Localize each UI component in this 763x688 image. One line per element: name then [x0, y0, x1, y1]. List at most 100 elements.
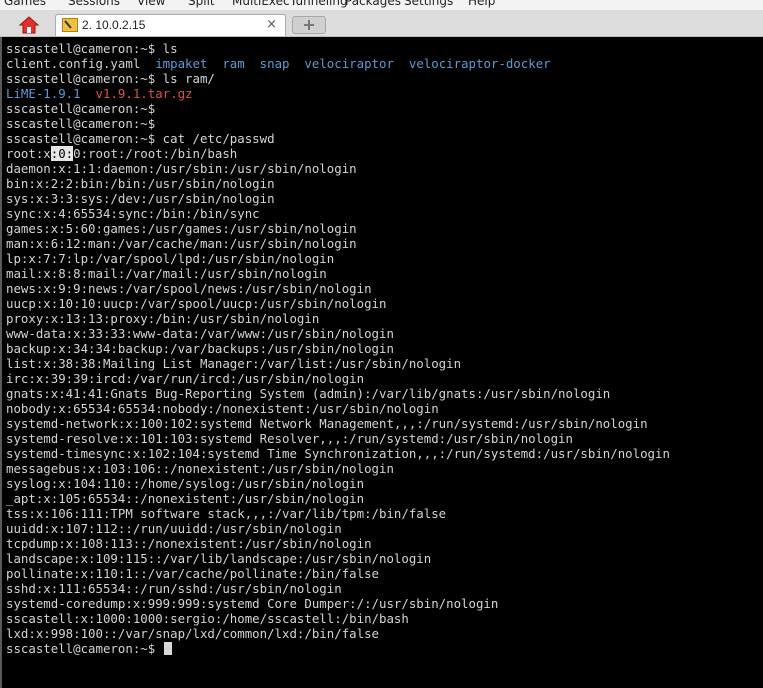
terminal-text: nobody:x:65534:65534:nobody:/nonexistent…	[6, 401, 439, 416]
terminal-text: sscastell@cameron:~$ ls	[6, 41, 178, 56]
menu-item-split[interactable]: Split	[188, 0, 215, 8]
terminal-line: proxy:x:13:13:proxy:/bin:/usr/sbin/nolog…	[6, 311, 761, 326]
terminal-text: LiME-1.9.1	[6, 86, 81, 101]
terminal-line: irc:x:39:39:ircd:/var/run/ircd:/usr/sbin…	[6, 371, 761, 386]
terminal-line: sscastell@cameron:~$	[6, 101, 761, 116]
terminal-line: news:x:9:9:news:/var/spool/news:/usr/sbi…	[6, 281, 761, 296]
terminal-line: systemd-timesync:x:102:104:systemd Time …	[6, 446, 761, 461]
terminal-text: pollinate:x:110:1::/var/cache/pollinate:…	[6, 566, 379, 581]
terminal-line: sscastell:x:1000:1000:sergio:/home/sscas…	[6, 611, 761, 626]
terminal-text: 0:root:/root:/bin/bash	[73, 146, 238, 161]
terminal-text: www-data:x:33:33:www-data:/var/www:/usr/…	[6, 326, 394, 341]
terminal-line: sscastell@cameron:~$	[6, 116, 761, 131]
terminal-text: sscastell@cameron:~$	[6, 116, 156, 131]
home-icon	[18, 16, 40, 34]
terminal-line: mail:x:8:8:mail:/var/mail:/usr/sbin/nolo…	[6, 266, 761, 281]
terminal-line: www-data:x:33:33:www-data:/var/www:/usr/…	[6, 326, 761, 341]
terminal-line: tss:x:106:111:TPM software stack,,,:/var…	[6, 506, 761, 521]
terminal-text: messagebus:x:103:106::/nonexistent:/usr/…	[6, 461, 394, 476]
terminal-line: syslog:x:104:110::/home/syslog:/usr/sbin…	[6, 476, 761, 491]
terminal-text: news:x:9:9:news:/var/spool/news:/usr/sbi…	[6, 281, 372, 296]
terminal-line: lp:x:7:7:lp:/var/spool/lpd:/usr/sbin/nol…	[6, 251, 761, 266]
terminal-text: list:x:38:38:Mailing List Manager:/var/l…	[6, 356, 462, 371]
plus-icon	[304, 20, 314, 30]
terminal-line: landscape:x:109:115::/var/lib/landscape:…	[6, 551, 761, 566]
terminal-text: velociraptor-docker	[408, 56, 551, 71]
terminal-session-icon	[62, 18, 78, 32]
terminal-text: sscastell@cameron:~$	[6, 101, 156, 116]
session-tab[interactable]: 2. 10.0.2.15 ×	[55, 14, 286, 36]
terminal-text: sscastell@cameron:~$ cat /etc/passwd	[6, 131, 275, 146]
menu-item-tunneling[interactable]: Tunneling	[290, 0, 348, 8]
terminal-text: gnats:x:41:41:Gnats Bug-Reporting System…	[6, 386, 611, 401]
terminal-text: daemon:x:1:1:daemon:/usr/sbin:/usr/sbin/…	[6, 161, 357, 176]
terminal-text: root:x	[6, 146, 51, 161]
menu-item-settings[interactable]: Settings	[404, 0, 453, 8]
menu-item-games[interactable]: Games	[4, 0, 46, 8]
terminal-line: tcpdump:x:108:113::/nonexistent:/usr/sbi…	[6, 536, 761, 551]
terminal-line: messagebus:x:103:106::/nonexistent:/usr/…	[6, 461, 761, 476]
terminal-line: sscastell@cameron:~$ ls	[6, 41, 761, 56]
terminal-text: velociraptor	[304, 56, 394, 71]
terminal-line: man:x:6:12:man:/var/cache/man:/usr/sbin/…	[6, 236, 761, 251]
terminal-line: sscastell@cameron:~$	[6, 641, 761, 656]
terminal-line: sscastell@cameron:~$ cat /etc/passwd	[6, 131, 761, 146]
menu-bar: Games Sessions View Split MultiExec Tunn…	[0, 0, 763, 10]
menu-item-sessions[interactable]: Sessions	[68, 0, 120, 8]
terminal-text: man:x:6:12:man:/var/cache/man:/usr/sbin/…	[6, 236, 357, 251]
menu-item-packages[interactable]: Packages	[345, 0, 401, 8]
terminal-text: systemd-network:x:100:102:systemd Networ…	[6, 416, 648, 431]
terminal-line: LiME-1.9.1 v1.9.1.tar.gz	[6, 86, 761, 101]
menu-item-help[interactable]: Help	[468, 0, 495, 8]
terminal-text: sshd:x:111:65534::/run/sshd:/usr/sbin/no…	[6, 581, 342, 596]
terminal-line: client.config.yaml impaket ram snap velo…	[6, 56, 761, 71]
terminal-line: list:x:38:38:Mailing List Manager:/var/l…	[6, 356, 761, 371]
terminal-cursor	[163, 642, 172, 655]
terminal-text: lp:x:7:7:lp:/var/spool/lpd:/usr/sbin/nol…	[6, 251, 335, 266]
tab-close-button[interactable]: ×	[266, 17, 277, 32]
terminal-line: backup:x:34:34:backup:/var/backups:/usr/…	[6, 341, 761, 356]
new-tab-button[interactable]	[292, 16, 326, 34]
menu-item-view[interactable]: View	[137, 0, 165, 8]
terminal-line: sync:x:4:65534:sync:/bin:/bin/sync	[6, 206, 761, 221]
terminal-text: games:x:5:60:games:/usr/games:/usr/sbin/…	[6, 221, 357, 236]
text-selection: :0:	[50, 146, 74, 161]
terminal-line: pollinate:x:110:1::/var/cache/pollinate:…	[6, 566, 761, 581]
terminal-text: bin:x:2:2:bin:/bin:/usr/sbin/nologin	[6, 176, 275, 191]
terminal-line: systemd-coredump:x:999:999:systemd Core …	[6, 596, 761, 611]
menu-item-multiexec[interactable]: MultiExec	[232, 0, 290, 8]
terminal-line: games:x:5:60:games:/usr/games:/usr/sbin/…	[6, 221, 761, 236]
terminal-text: tcpdump:x:108:113::/nonexistent:/usr/sbi…	[6, 536, 372, 551]
home-button[interactable]	[14, 14, 44, 36]
terminal-text: mail:x:8:8:mail:/var/mail:/usr/sbin/nolo…	[6, 266, 327, 281]
terminal-text: tss:x:106:111:TPM software stack,,,:/var…	[6, 506, 447, 521]
terminal-text: snap	[259, 56, 290, 71]
terminal-line: _apt:x:105:65534::/nonexistent:/usr/sbin…	[6, 491, 761, 506]
terminal-line: daemon:x:1:1:daemon:/usr/sbin:/usr/sbin/…	[6, 161, 761, 176]
terminal-output[interactable]: sscastell@cameron:~$ ls client.config.yam…	[0, 37, 763, 688]
terminal-text: sscastell@cameron:~$ ls ram/	[6, 71, 215, 86]
terminal-text: sscastell@cameron:~$	[6, 641, 163, 656]
terminal-line: uucp:x:10:10:uucp:/var/spool/uucp:/usr/s…	[6, 296, 761, 311]
terminal-text: irc:x:39:39:ircd:/var/run/ircd:/usr/sbin…	[6, 371, 365, 386]
terminal-text: impaket	[155, 56, 208, 71]
terminal-line: gnats:x:41:41:Gnats Bug-Reporting System…	[6, 386, 761, 401]
terminal-text: landscape:x:109:115::/var/lib/landscape:…	[6, 551, 432, 566]
terminal-line: systemd-resolve:x:101:103:systemd Resolv…	[6, 431, 761, 446]
terminal-text: _apt:x:105:65534::/nonexistent:/usr/sbin…	[6, 491, 365, 506]
terminal-line: systemd-network:x:100:102:systemd Networ…	[6, 416, 761, 431]
terminal-line: sscastell@cameron:~$ ls ram/	[6, 71, 761, 86]
terminal-text: systemd-resolve:x:101:103:systemd Resolv…	[6, 431, 573, 446]
terminal-text: sync:x:4:65534:sync:/bin:/bin/sync	[6, 206, 260, 221]
terminal-line: nobody:x:65534:65534:nobody:/nonexistent…	[6, 401, 761, 416]
terminal-text: sscastell:x:1000:1000:sergio:/home/sscas…	[6, 611, 409, 626]
terminal-text: uucp:x:10:10:uucp:/var/spool/uucp:/usr/s…	[6, 296, 387, 311]
terminal-line: root:x:0:0:root:/root:/bin/bash	[6, 146, 761, 161]
terminal-text: proxy:x:13:13:proxy:/bin:/usr/sbin/nolog…	[6, 311, 320, 326]
terminal-text: lxd:x:998:100::/var/snap/lxd/common/lxd:…	[6, 626, 379, 641]
terminal-lines: sscastell@cameron:~$ ls client.config.yam…	[6, 41, 761, 656]
